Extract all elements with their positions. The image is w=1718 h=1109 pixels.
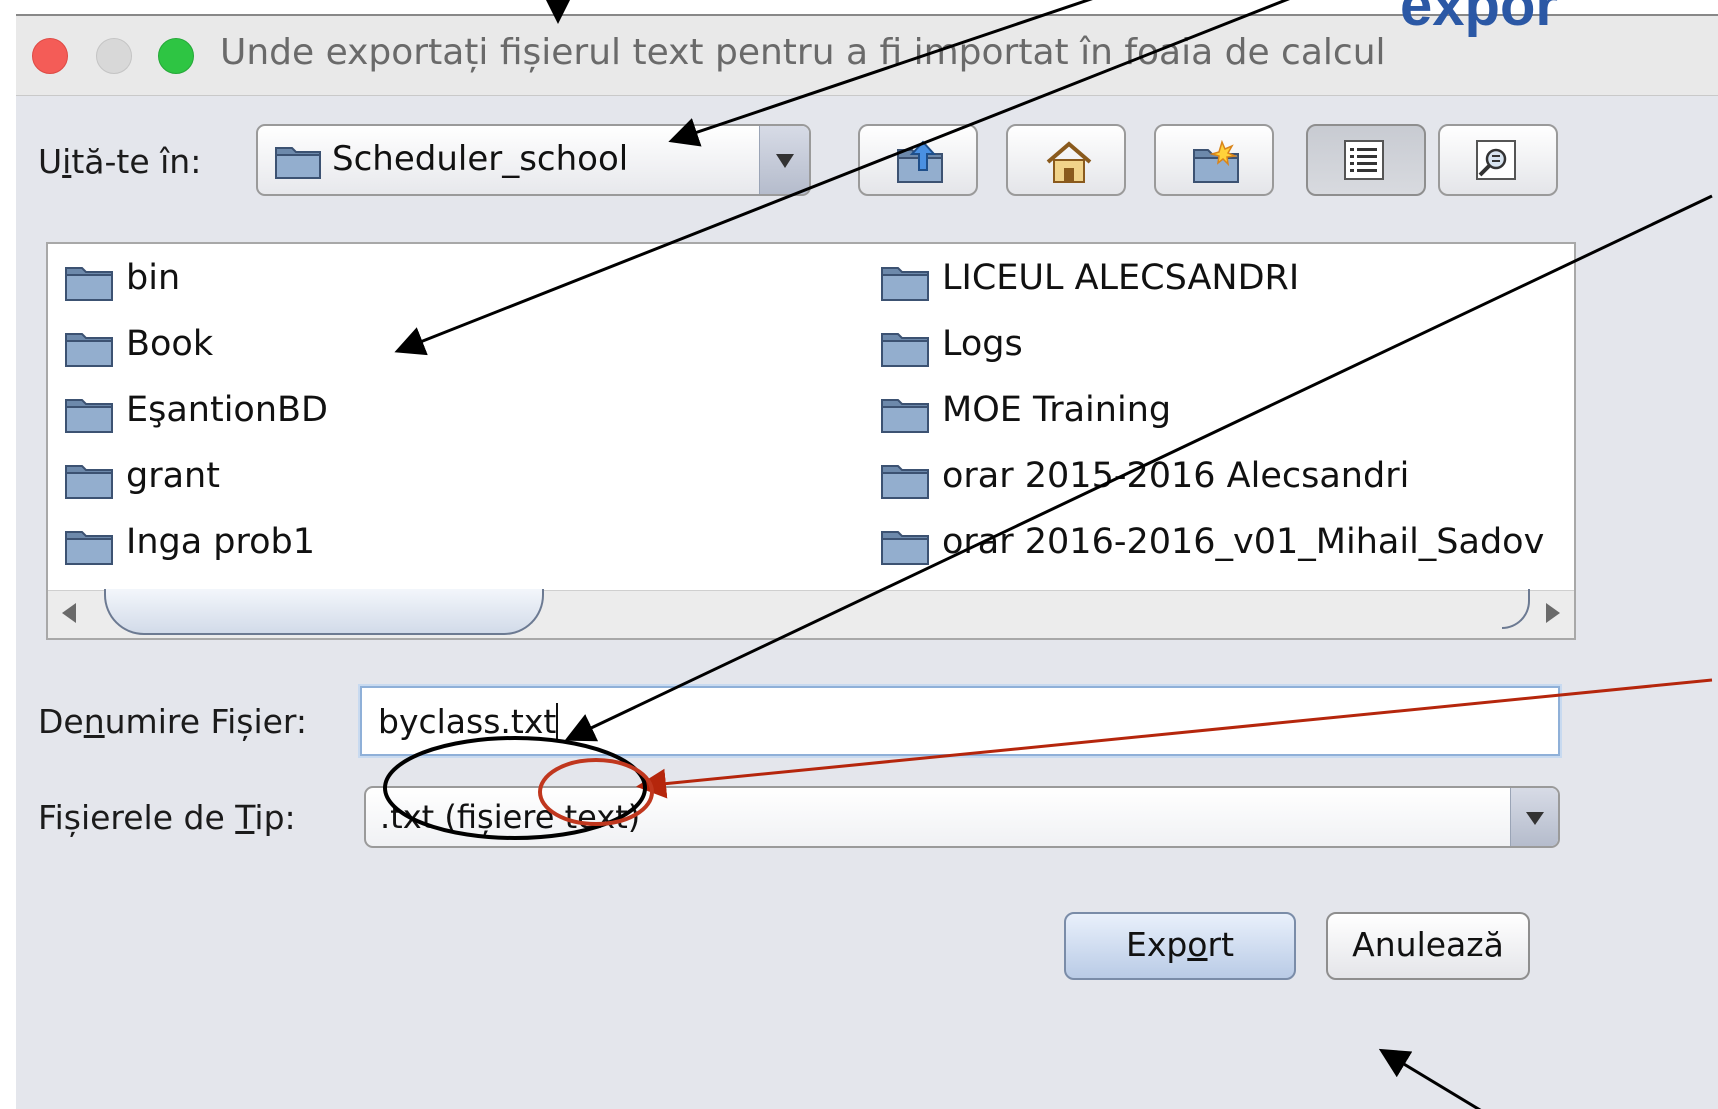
folder-icon bbox=[881, 267, 929, 301]
folder-list-item[interactable]: Book bbox=[64, 320, 824, 372]
scrollbar-thumb[interactable] bbox=[104, 589, 544, 635]
horizontal-scrollbar[interactable] bbox=[48, 589, 1574, 638]
cancel-button[interactable]: Anulează bbox=[1326, 912, 1530, 980]
slide-heading: expor bbox=[1400, 0, 1558, 38]
details-view-icon bbox=[1476, 140, 1516, 180]
folder-list-item[interactable]: Inga prob1 bbox=[64, 518, 824, 570]
folder-icon bbox=[65, 399, 113, 433]
home-button[interactable] bbox=[1006, 124, 1126, 196]
file-name-input[interactable]: byclass.txt bbox=[360, 686, 1560, 756]
folder-list-item[interactable]: MOE Training bbox=[880, 386, 1640, 438]
folder-list-item[interactable]: EşantionBD bbox=[64, 386, 824, 438]
file-name-label: Denumire Fișier: bbox=[38, 702, 308, 741]
file-list[interactable]: bin Book EşantionBD grant Inga prob1 LICEUL … bbox=[46, 242, 1576, 640]
folder-icon bbox=[881, 399, 929, 433]
folder-name: orar 2016-2016_v01_Mihail_Sadov bbox=[942, 522, 1545, 562]
look-in-label: Uită-te în: bbox=[38, 142, 202, 181]
folder-name: Book bbox=[126, 324, 214, 364]
list-view-icon bbox=[1344, 140, 1384, 180]
export-button[interactable]: Export bbox=[1064, 912, 1296, 980]
scrollbar-track-end bbox=[1502, 589, 1530, 629]
folder-icon bbox=[65, 267, 113, 301]
folder-list-item[interactable]: LICEUL ALECSANDRI bbox=[880, 254, 1640, 306]
folder-name: orar 2015-2016 Alecsandri bbox=[942, 456, 1410, 496]
export-dialog: Unde exportați fișierul text pentru a fi… bbox=[16, 14, 1718, 1109]
look-in-combo[interactable]: Scheduler_school bbox=[256, 124, 811, 196]
file-type-select[interactable]: .txt (fișiere text) bbox=[364, 786, 1560, 848]
folder-icon bbox=[65, 465, 113, 499]
new-folder-icon bbox=[1193, 140, 1239, 183]
minimize-window-button[interactable] bbox=[96, 38, 132, 74]
folder-name: EşantionBD bbox=[126, 390, 328, 430]
folder-icon bbox=[881, 531, 929, 565]
scroll-right-icon[interactable] bbox=[1546, 603, 1560, 623]
folder-name: LICEUL ALECSANDRI bbox=[942, 258, 1300, 298]
folder-name: bin bbox=[126, 258, 181, 298]
list-view-toggle[interactable] bbox=[1306, 124, 1426, 196]
folder-icon bbox=[881, 333, 929, 367]
folder-list-item[interactable]: orar 2016-2016_v01_Mihail_Sadov bbox=[880, 518, 1640, 570]
scroll-left-icon[interactable] bbox=[62, 603, 76, 623]
window-title: Unde exportați fișierul text pentru a fi… bbox=[220, 32, 1386, 73]
folder-name: Inga prob1 bbox=[126, 522, 316, 562]
text-caret bbox=[556, 703, 559, 739]
maximize-window-button[interactable] bbox=[158, 38, 194, 74]
up-folder-icon bbox=[897, 140, 943, 183]
look-in-value: Scheduler_school bbox=[332, 139, 629, 179]
screenshot-stage: expor Unde exportați fișierul text pentr… bbox=[0, 0, 1718, 1109]
folder-name: Logs bbox=[942, 324, 1023, 364]
folder-icon bbox=[881, 465, 929, 499]
folder-name: MOE Training bbox=[942, 390, 1172, 430]
chevron-down-icon[interactable] bbox=[759, 126, 809, 194]
new-folder-button[interactable] bbox=[1154, 124, 1274, 196]
folder-icon bbox=[65, 531, 113, 565]
folder-list-item[interactable]: grant bbox=[64, 452, 824, 504]
chevron-down-icon[interactable] bbox=[1510, 788, 1558, 846]
folder-name: grant bbox=[126, 456, 220, 496]
file-name-value: byclass.txt bbox=[378, 702, 559, 741]
details-view-toggle[interactable] bbox=[1438, 124, 1558, 196]
folder-icon bbox=[65, 333, 113, 367]
folder-list-item[interactable]: bin bbox=[64, 254, 824, 306]
file-type-label: Fișierele de Tip: bbox=[38, 798, 296, 837]
close-window-button[interactable] bbox=[32, 38, 68, 74]
file-type-value: .txt (fișiere text) bbox=[380, 798, 641, 836]
up-folder-button[interactable] bbox=[858, 124, 978, 196]
folder-list-item[interactable]: orar 2015-2016 Alecsandri bbox=[880, 452, 1640, 504]
folder-list-item[interactable]: Logs bbox=[880, 320, 1640, 372]
home-icon bbox=[1046, 141, 1092, 183]
folder-icon bbox=[275, 147, 321, 179]
